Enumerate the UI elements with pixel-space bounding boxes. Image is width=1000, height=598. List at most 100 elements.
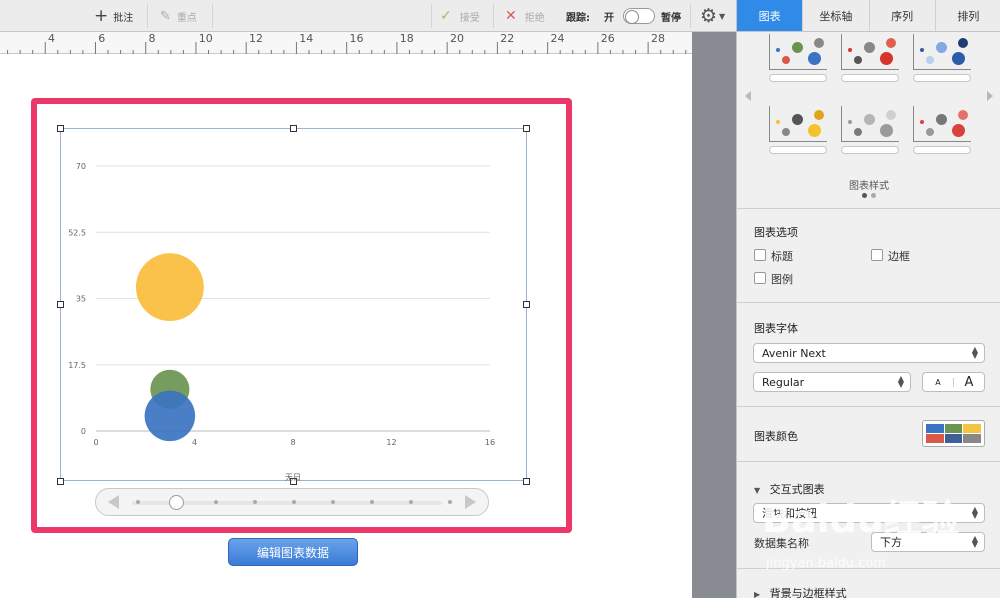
x-axis-label: 无日 bbox=[285, 473, 301, 481]
chart-style-thumbnail[interactable] bbox=[769, 106, 827, 154]
y-tick-label: 0 bbox=[81, 427, 86, 436]
title-checkbox[interactable] bbox=[754, 249, 766, 261]
inspector-tabs: 图表 坐标轴 序列 排列 bbox=[737, 0, 1000, 32]
ruler-label: 12 bbox=[249, 32, 263, 45]
thumbnail-bubble bbox=[952, 52, 965, 65]
thumbnail-bubble bbox=[864, 42, 875, 53]
tab-axis[interactable]: 坐标轴 bbox=[803, 0, 870, 31]
toolbar-divider bbox=[212, 4, 213, 28]
disclosure-down-icon: ▼ bbox=[754, 486, 761, 495]
settings-button[interactable]: ⚙ ▼ bbox=[700, 0, 725, 32]
section-divider bbox=[737, 302, 1000, 303]
highlight-button[interactable]: ✎ 重点 bbox=[160, 0, 197, 32]
slider-step-dot[interactable] bbox=[136, 500, 140, 504]
x-icon: ✕ bbox=[505, 8, 517, 24]
toolbar-divider bbox=[431, 4, 432, 28]
chart-style-thumbnail[interactable] bbox=[913, 34, 971, 82]
track-label: 跟踪: bbox=[566, 12, 590, 24]
track-toggle[interactable] bbox=[623, 0, 655, 32]
thumbnail-bubble bbox=[808, 124, 821, 137]
border-checkbox[interactable] bbox=[871, 249, 883, 261]
ruler-label: 24 bbox=[550, 32, 565, 45]
thumbnail-bubble bbox=[926, 56, 934, 64]
thumbnail-bubble bbox=[920, 120, 924, 124]
thumbnail-slider bbox=[913, 74, 971, 82]
thumbnail-bubble bbox=[880, 124, 893, 137]
tab-chart[interactable]: 图表 bbox=[737, 0, 804, 31]
x-tick-label: 8 bbox=[290, 438, 295, 447]
bubble-chart[interactable]: 0 17.5 35 52.5 70 0 4 8 12 16 无日 bbox=[60, 128, 527, 481]
font-weight-value: Regular bbox=[762, 375, 805, 389]
legend-checkbox-label: 图例 bbox=[771, 273, 793, 286]
slider-step-dot[interactable] bbox=[214, 500, 218, 504]
thumbnail-bubble bbox=[958, 110, 968, 120]
thumbnail-bubble bbox=[880, 52, 893, 65]
chevron-left-icon[interactable] bbox=[745, 91, 751, 101]
updown-chevron-icon: ▲ ▼ bbox=[971, 345, 978, 360]
font-family-value: Avenir Next bbox=[762, 346, 826, 360]
chart-style-thumbnail[interactable] bbox=[841, 106, 899, 154]
chart-style-thumbnail[interactable] bbox=[841, 34, 899, 82]
chart-styles-label: 图表样式 bbox=[849, 181, 889, 192]
interactive-slider[interactable] bbox=[95, 488, 489, 516]
tab-series[interactable]: 序列 bbox=[869, 0, 936, 31]
slider-step-dot[interactable] bbox=[292, 500, 296, 504]
ruler-label: 8 bbox=[148, 32, 156, 45]
reject-button[interactable]: ✕ 拒绝 bbox=[505, 0, 545, 32]
ruler-label: 22 bbox=[500, 32, 515, 45]
slider-step-dot[interactable] bbox=[331, 500, 335, 504]
disclosure-right-icon: ▶ bbox=[754, 590, 761, 598]
y-tick-label: 35 bbox=[76, 295, 86, 304]
thumbnail-bubble bbox=[814, 110, 824, 120]
font-weight-select[interactable]: Regular ▲ ▼ bbox=[753, 372, 911, 392]
accept-label: 接受 bbox=[459, 12, 480, 24]
font-smaller-button[interactable]: A bbox=[923, 377, 954, 387]
bubble[interactable] bbox=[144, 390, 196, 442]
edit-chart-data-button[interactable]: 编辑图表数据 bbox=[228, 538, 358, 566]
thumbnail-bubble bbox=[886, 38, 896, 48]
slider-step-dot[interactable] bbox=[448, 500, 452, 504]
thumbnail-bubble bbox=[776, 48, 780, 52]
track-on-label: 开 bbox=[604, 12, 614, 24]
watermark-url: jingyan.baidu.com bbox=[766, 556, 886, 571]
accept-button[interactable]: ✓ 接受 bbox=[440, 0, 480, 32]
palette-color bbox=[926, 424, 944, 433]
chart-style-thumbnail[interactable] bbox=[769, 34, 827, 82]
thumbnail-bubble bbox=[854, 128, 862, 136]
thumbnail-bubble bbox=[958, 38, 968, 48]
reject-label: 拒绝 bbox=[524, 12, 545, 24]
thumbnail-bubble bbox=[792, 114, 803, 125]
slider-step-dot[interactable] bbox=[253, 500, 257, 504]
x-tick-label: 16 bbox=[485, 438, 495, 447]
slider-next-button[interactable] bbox=[465, 495, 476, 509]
slider-step-dot[interactable] bbox=[370, 500, 374, 504]
border-checkbox-label: 边框 bbox=[888, 250, 910, 263]
page-dot-active[interactable] bbox=[862, 193, 867, 198]
thumbnail-bubble bbox=[848, 48, 852, 52]
toolbar-divider bbox=[690, 4, 691, 28]
thumbnail-bubble bbox=[776, 120, 780, 124]
legend-checkbox[interactable] bbox=[754, 272, 766, 284]
tab-arrange[interactable]: 排列 bbox=[935, 0, 1000, 31]
slider-previous-button[interactable] bbox=[108, 495, 119, 509]
font-larger-button[interactable]: A bbox=[954, 375, 984, 390]
page-dot[interactable] bbox=[871, 193, 876, 198]
baidu-watermark: Baidu经验 jingyan.baidu.com bbox=[762, 488, 992, 588]
palette-color bbox=[944, 424, 963, 433]
slider-knob[interactable] bbox=[169, 495, 184, 510]
font-size-stepper: A A bbox=[922, 372, 985, 392]
slider-step-dot[interactable] bbox=[409, 500, 413, 504]
font-family-select[interactable]: Avenir Next ▲ ▼ bbox=[753, 343, 985, 363]
chevron-right-icon[interactable] bbox=[987, 91, 993, 101]
thumbnail-bubble bbox=[926, 128, 934, 136]
y-tick-label: 52.5 bbox=[68, 228, 86, 237]
palette-color bbox=[944, 434, 963, 443]
plus-icon: + bbox=[94, 6, 109, 26]
comment-button[interactable]: + 批注 bbox=[94, 0, 133, 32]
chart-color-palette[interactable] bbox=[922, 420, 985, 447]
ruler-label: 14 bbox=[299, 32, 314, 45]
checkmark-icon: ✓ bbox=[440, 8, 452, 24]
bubble[interactable] bbox=[135, 253, 204, 322]
ruler-label: 20 bbox=[450, 32, 464, 45]
chart-style-thumbnail[interactable] bbox=[913, 106, 971, 154]
